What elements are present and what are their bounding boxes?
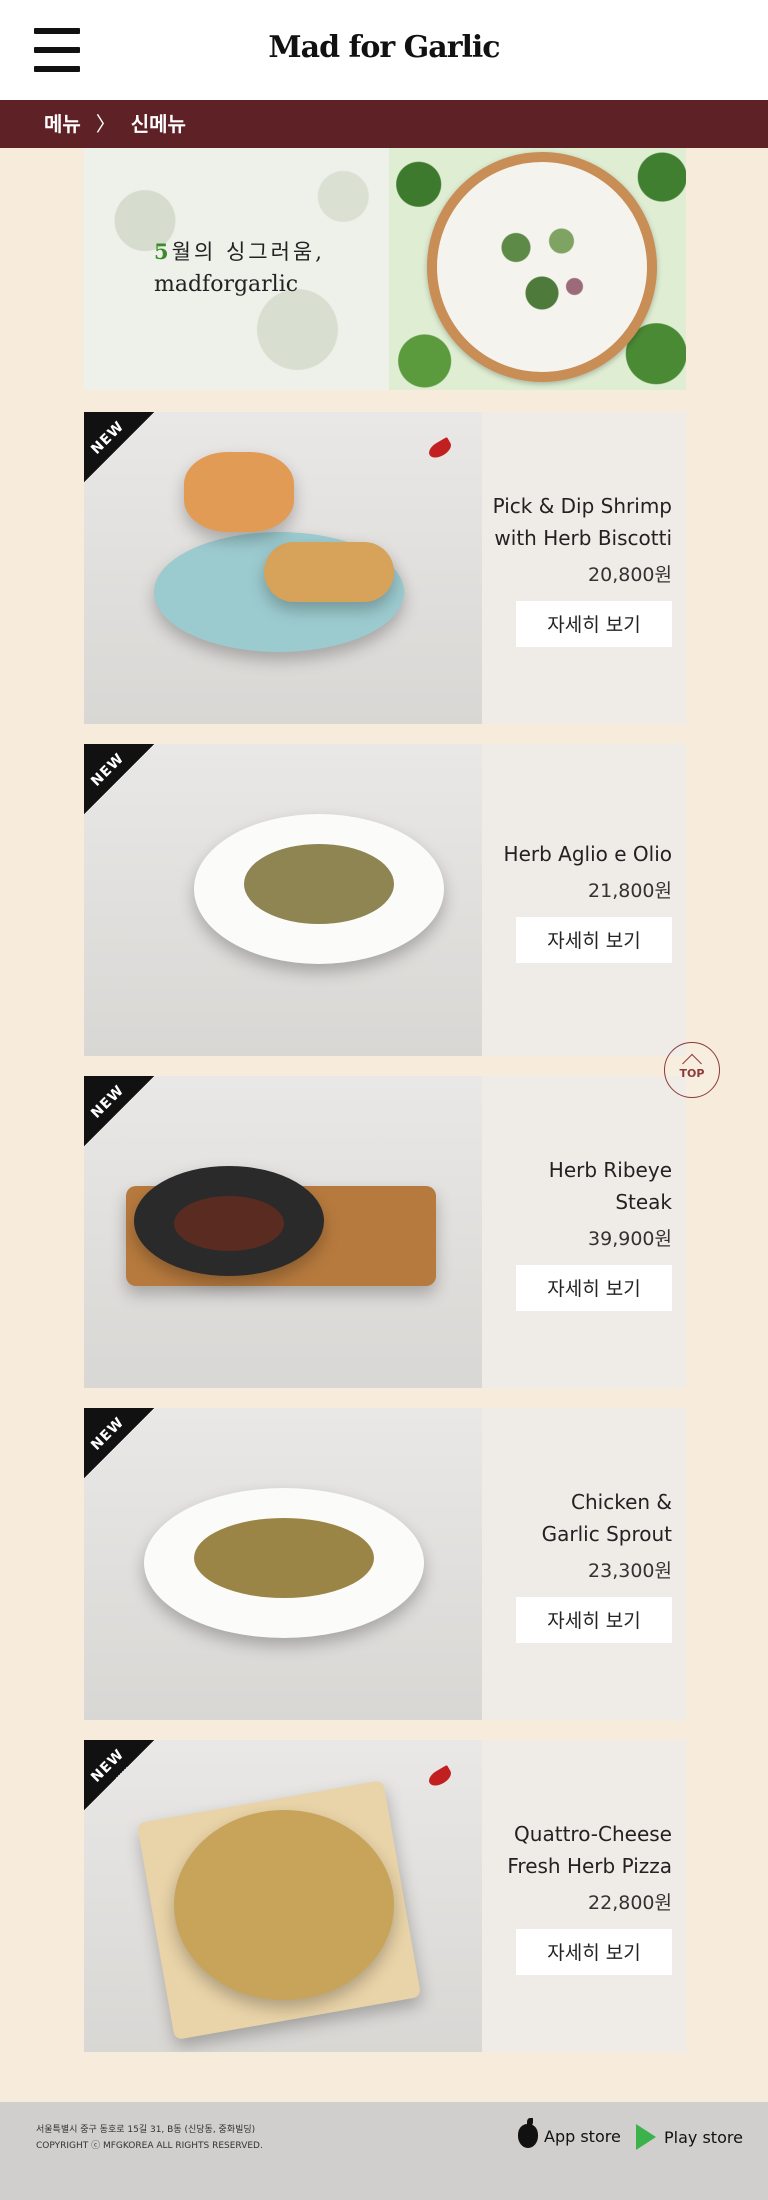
breadcrumb: 메뉴 〉 신메뉴 [0,100,768,148]
dish-price: 20,800원 [588,563,672,586]
pasta-image [244,844,394,924]
card-info: Pick & Dip Shrimp with Herb Biscotti 20,… [482,412,686,724]
breadcrumb-item-menu[interactable]: 메뉴 [44,112,81,136]
brand-logo[interactable]: Mad for Garlic [0,30,768,65]
dish-name: Chicken & Garlic Sprout [541,1489,672,1546]
view-details-button[interactable]: 자세히 보기 [516,600,672,647]
footer-text: 서울특별시 중구 동호로 15길 31, B동 (신당동, 중화빌딩) COPY… [36,2122,263,2154]
view-details-button[interactable]: 자세히 보기 [516,1264,672,1311]
banner-subline: madforgarlic [154,272,299,297]
dish-name: Pick & Dip Shrimp with Herb Biscotti [492,493,672,550]
new-badge: NEW [84,1408,154,1478]
card-info: Chicken & Garlic Sprout 23,300원 자세히 보기 [482,1408,686,1720]
menu-card-chicken-garlic-sprout: NEW Chicken & Garlic Sprout 23,300원 자세히 … [84,1408,686,1720]
footer: 서울특별시 중구 동호로 15길 31, B동 (신당동, 중화빌딩) COPY… [0,2102,768,2200]
view-details-button[interactable]: 자세히 보기 [516,916,672,963]
scroll-top-button[interactable]: TOP [664,1042,720,1098]
steak-image [174,1196,284,1251]
footer-address: 서울특별시 중구 동호로 15길 31, B동 (신당동, 중화빌딩) [36,2125,256,2135]
menu-card-pick-dip-shrimp: NEW Pick & Dip Shrimp with Herb Biscotti… [84,412,686,724]
dish-photo: NEW [84,1740,482,2052]
dish-price: 23,300원 [588,1559,672,1582]
dish-price: 22,800원 [588,1891,672,1914]
dish-photo: NEW [84,1408,482,1720]
dish-price: 39,900원 [588,1227,672,1250]
menu-card-herb-aglio-e-olio: NEW Herb Aglio e Olio 21,800원 자세히 보기 [84,744,686,1056]
spicy-chili-icon [426,1764,454,1790]
shrimp-image [184,452,294,532]
app-store-link[interactable]: App store [518,2118,621,2148]
app-store-label: App store [544,2126,621,2146]
new-badge: NEW [84,1076,154,1146]
view-details-button[interactable]: 자세히 보기 [516,1596,672,1643]
view-details-button[interactable]: 자세히 보기 [516,1928,672,1975]
menu-card-quattro-cheese-pizza: NEW Quattro-Cheese Fresh Herb Pizza 22,8… [84,1740,686,2052]
dish-price: 21,800원 [588,879,672,902]
breadcrumb-item-new-menu: 신메뉴 [130,112,186,136]
card-info: Herb Aglio e Olio 21,800원 자세히 보기 [482,744,686,1056]
dish-name: Quattro-Cheese Fresh Herb Pizza [507,1821,672,1878]
play-store-link[interactable]: Play store [636,2124,743,2150]
spicy-chili-icon [426,436,454,462]
card-info: Herb Ribeye Steak 39,900원 자세히 보기 [482,1076,686,1388]
dish-name: Herb Aglio e Olio [503,841,672,866]
apple-icon [518,2118,538,2148]
rice-image [194,1518,374,1598]
new-badge: NEW [84,744,154,814]
pizza-image [174,1810,394,2000]
dish-name: Herb Ribeye Steak [548,1157,672,1214]
menu-card-herb-ribeye-steak: NEW Herb Ribeye Steak 39,900원 자세히 보기 [84,1076,686,1388]
footer-copyright: COPYRIGHT ⓒ MFGKOREA ALL RIGHTS RESERVED… [36,2141,263,2151]
banner-headline: 5월의 싱그러움, [154,239,325,264]
banner-embroidery-image [389,148,686,390]
card-info: Quattro-Cheese Fresh Herb Pizza 22,800원 … [482,1740,686,2052]
new-badge: NEW [84,1740,154,1810]
dish-photo: NEW [84,412,482,724]
play-store-icon [636,2124,656,2150]
promo-banner: 5월의 싱그러움, madforgarlic [84,148,686,390]
banner-text-panel: 5월의 싱그러움, madforgarlic [84,148,389,390]
new-badge: NEW [84,412,154,482]
dish-photo: NEW [84,744,482,1056]
dish-photo: NEW [84,1076,482,1388]
play-store-label: Play store [664,2127,743,2147]
biscotti-image [264,542,394,602]
embroidery-hoop-image [427,152,657,382]
header: Mad for Garlic [0,0,768,100]
breadcrumb-separator: 〉 [95,112,116,136]
